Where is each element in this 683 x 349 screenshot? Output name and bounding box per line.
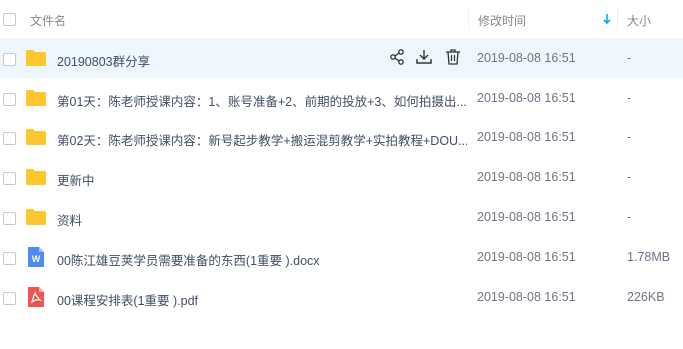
file-size: 1.78MB (627, 250, 671, 264)
folder-icon (26, 209, 46, 225)
folder-icon (26, 169, 46, 185)
share-icon[interactable] (388, 48, 406, 66)
modified-time: 2019-08-08 16:51 (477, 130, 576, 144)
row-checkbox[interactable] (3, 53, 16, 66)
download-icon[interactable] (415, 48, 433, 66)
file-name[interactable]: 第01天：陈老师授课内容：1、账号准备+2、前期的投放+3、如何拍摄出... (57, 91, 467, 110)
file-row[interactable]: 20190803群分享 2019-08-08 16:51 - (0, 39, 683, 78)
file-size: - (627, 51, 632, 65)
row-checkbox[interactable] (3, 212, 16, 225)
modified-time: 2019-08-08 16:51 (477, 91, 576, 105)
file-name[interactable]: 第02天：陈老师授课内容：新号起步教学+搬运混剪教学+实拍教程+DOU... (57, 130, 467, 149)
folder-icon (26, 50, 46, 66)
column-header-size[interactable]: 大小 (627, 12, 651, 29)
modified-time: 2019-08-08 16:51 (477, 290, 576, 304)
row-checkbox[interactable] (3, 132, 16, 145)
file-size: - (627, 91, 632, 105)
file-name[interactable]: 00陈江雄豆荚学员需要准备的东西(1重要 ).docx (57, 250, 320, 269)
file-row[interactable]: 00课程安排表(1重要 ).pdf 2019-08-08 16:51 226KB (0, 278, 683, 317)
file-name[interactable]: 20190803群分享 (57, 51, 150, 70)
file-size: - (627, 130, 632, 144)
svg-text:W: W (32, 254, 41, 264)
word-document-icon: W (28, 247, 44, 267)
row-checkbox[interactable] (3, 172, 16, 185)
modified-time: 2019-08-08 16:51 (477, 170, 576, 184)
folder-icon (26, 129, 46, 145)
file-row[interactable]: 第01天：陈老师授课内容：1、账号准备+2、前期的投放+3、如何拍摄出... 2… (0, 79, 683, 118)
file-size: 226KB (627, 290, 665, 304)
file-name[interactable]: 更新中 (57, 170, 95, 189)
modified-time: 2019-08-08 16:51 (477, 250, 576, 264)
row-checkbox[interactable] (3, 252, 16, 265)
file-size: - (627, 210, 632, 224)
column-header-name[interactable]: 文件名 (30, 12, 66, 29)
file-list-header: 文件名 修改时间 大小 (0, 0, 683, 39)
file-row[interactable]: W 00陈江雄豆荚学员需要准备的东西(1重要 ).docx 2019-08-08… (0, 238, 683, 277)
file-name[interactable]: 00课程安排表(1重要 ).pdf (57, 290, 198, 309)
file-row[interactable]: 资料 2019-08-08 16:51 - (0, 198, 683, 237)
file-row[interactable]: 第02天：陈老师授课内容：新号起步教学+搬运混剪教学+实拍教程+DOU... 2… (0, 118, 683, 157)
delete-icon[interactable] (444, 48, 462, 66)
folder-icon (26, 90, 46, 106)
row-checkbox[interactable] (3, 93, 16, 106)
modified-time: 2019-08-08 16:51 (477, 51, 576, 65)
row-checkbox[interactable] (3, 292, 16, 305)
select-all-checkbox[interactable] (3, 13, 16, 26)
sort-down-arrow-icon[interactable] (602, 13, 612, 25)
file-size: - (627, 170, 632, 184)
column-divider (617, 8, 618, 30)
file-name[interactable]: 资料 (57, 210, 82, 229)
column-header-modified-time[interactable]: 修改时间 (478, 12, 526, 29)
file-row[interactable]: 更新中 2019-08-08 16:51 - (0, 158, 683, 197)
pdf-document-icon (28, 287, 44, 307)
modified-time: 2019-08-08 16:51 (477, 210, 576, 224)
column-divider (468, 8, 469, 30)
